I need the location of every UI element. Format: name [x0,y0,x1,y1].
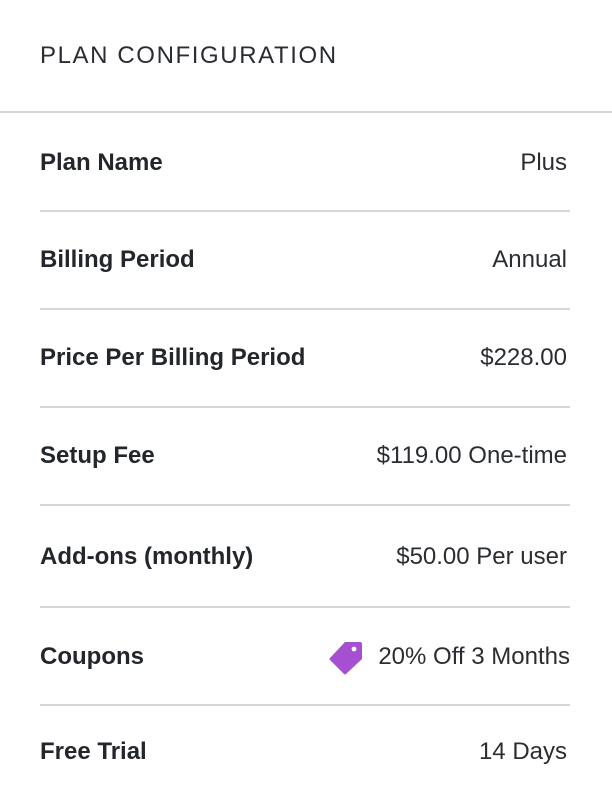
price-per-billing-period-label: Price Per Billing Period [40,344,306,371]
add-ons-label: Add-ons (monthly) [40,543,254,570]
tag-icon [328,639,364,675]
plan-configuration-list: Plan Name Plus Billing Period Annual Pri… [40,113,570,802]
billing-period-value: Annual [492,246,567,273]
panel-title: PLAN CONFIGURATION [40,42,338,69]
tag-icon-svg [329,642,363,675]
row-add-ons: Add-ons (monthly) $50.00 Per user [40,506,570,608]
free-trial-value: 14 Days [478,738,567,765]
coupons-label: Coupons [40,643,144,670]
add-ons-value: $50.00 Per user [396,543,567,570]
row-billing-period: Billing Period Annual [40,212,570,310]
billing-period-label: Billing Period [40,246,195,273]
plan-name-label: Plan Name [40,149,163,176]
row-plan-name: Plan Name Plus [40,113,570,212]
row-price-per-billing-period: Price Per Billing Period $228.00 [40,310,570,408]
panel-header: PLAN CONFIGURATION [0,0,612,113]
setup-fee-label: Setup Fee [40,442,155,469]
row-free-trial: Free Trial 14 Days [40,706,570,802]
row-coupons: Coupons 20% Off 3 Months [40,608,570,706]
row-setup-fee: Setup Fee $119.00 One-time [40,408,570,506]
plan-name-value: Plus [520,149,567,176]
price-per-billing-period-value: $228.00 [480,344,567,371]
coupons-text: 20% Off 3 Months [378,643,570,670]
coupons-value: 20% Off 3 Months [328,639,570,675]
setup-fee-value: $119.00 One-time [376,442,567,469]
free-trial-label: Free Trial [40,738,147,765]
